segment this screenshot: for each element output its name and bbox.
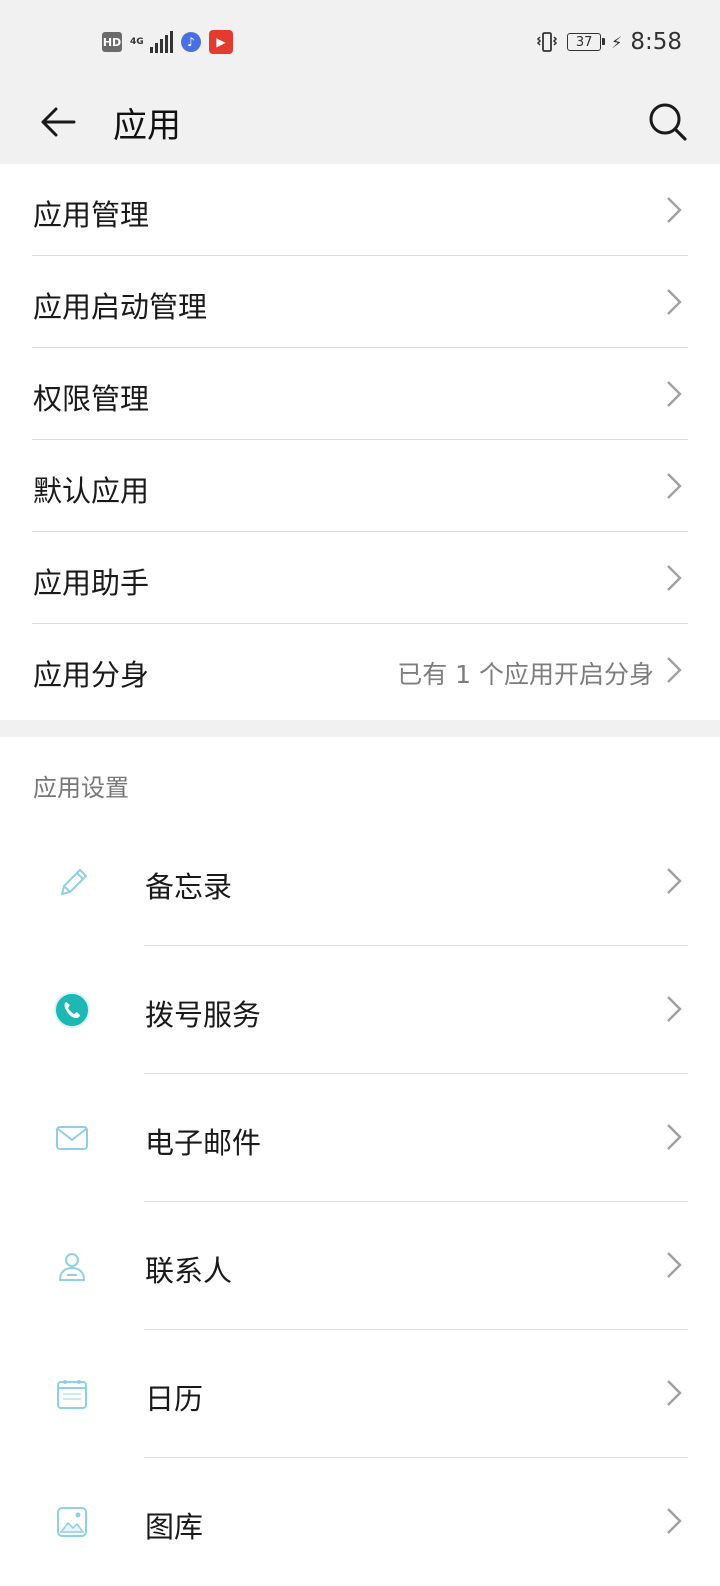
vibrate-icon [537, 32, 558, 52]
menu-item-app-twin[interactable]: 应用分身 已有 1 个应用开启分身 [0, 624, 720, 716]
app-twin-status: 已有 1 个应用开启分身 [397, 660, 654, 689]
menu-item-app-assistant[interactable]: 应用助手 [0, 532, 720, 624]
menu-item-app-launch-management[interactable]: 应用启动管理 [0, 256, 720, 348]
page-title: 应用 [113, 106, 181, 146]
chevron-right-icon [667, 1124, 682, 1150]
battery-icon: 37 [567, 33, 606, 51]
setting-item-contacts[interactable]: 联系人 [0, 1202, 720, 1330]
hd-voice-icon: HD [102, 32, 122, 52]
chevron-right-icon [667, 1508, 682, 1534]
setting-item-label: 日历 [145, 1382, 204, 1416]
setting-item-calendar[interactable]: 日历 [0, 1330, 720, 1458]
status-left-icons: HD 4G ♪ ▶ [102, 28, 233, 56]
email-icon [56, 1126, 88, 1150]
setting-item-label: 备忘录 [145, 870, 233, 904]
notepad-pencil-icon [61, 869, 87, 895]
setting-item-gallery[interactable]: 图库 [0, 1458, 720, 1586]
chevron-right-icon [667, 289, 682, 315]
chevron-right-icon [667, 868, 682, 894]
section-divider [0, 720, 720, 737]
chevron-right-icon [667, 197, 682, 223]
chevron-right-icon [667, 996, 682, 1022]
music-app-icon: ♪ [181, 32, 201, 52]
back-button[interactable] [30, 94, 86, 150]
charging-icon: ⚡ [611, 32, 623, 52]
menu-item-permission-management[interactable]: 权限管理 [0, 348, 720, 440]
chevron-right-icon [667, 565, 682, 591]
gallery-icon [57, 1507, 87, 1537]
signal-strength-icon [150, 31, 173, 53]
menu-item-app-management[interactable]: 应用管理 [0, 164, 720, 256]
contacts-icon [58, 1253, 86, 1281]
arrow-left-icon [41, 107, 76, 137]
menu-item-default-apps[interactable]: 默认应用 [0, 440, 720, 532]
setting-item-dialer[interactable]: 拨号服务 [0, 946, 720, 1074]
network-type-label: 4G [130, 36, 144, 47]
chevron-right-icon [667, 1380, 682, 1406]
calendar-icon [57, 1380, 87, 1409]
setting-item-label: 电子邮件 [145, 1126, 262, 1160]
setting-item-label: 联系人 [145, 1254, 233, 1288]
setting-item-email[interactable]: 电子邮件 [0, 1074, 720, 1202]
search-icon [649, 103, 687, 141]
battery-level: 37 [575, 34, 593, 50]
clock: 8:58 [630, 29, 682, 55]
section-header-app-settings: 应用设置 [33, 774, 129, 802]
app-settings-list: 备忘录 拨号服务 电子邮件 联系人 日历 图库 [0, 818, 720, 1586]
app-menu-list: 应用管理 应用启动管理 权限管理 默认应用 应用助手 应用分身 已有 1 个应用… [0, 164, 720, 716]
status-right-icons: 37 ⚡ 8:58 [535, 26, 682, 58]
phone-icon [54, 992, 90, 1028]
menu-item-label: 应用分身 [33, 658, 150, 692]
menu-item-label: 默认应用 [33, 474, 150, 508]
status-bar: HD 4G ♪ ▶ 37 ⚡ 8:58 [0, 0, 720, 84]
chevron-right-icon [667, 381, 682, 407]
menu-item-label: 应用助手 [33, 566, 150, 600]
search-button[interactable] [640, 94, 696, 150]
chevron-right-icon [667, 473, 682, 499]
setting-item-label: 拨号服务 [145, 998, 262, 1032]
chevron-right-icon [667, 657, 682, 683]
video-app-icon: ▶ [209, 30, 233, 54]
chevron-right-icon [667, 1252, 682, 1278]
setting-item-label: 图库 [145, 1510, 204, 1544]
app-bar: 应用 [0, 84, 720, 164]
setting-item-notepad[interactable]: 备忘录 [0, 818, 720, 946]
menu-item-label: 权限管理 [33, 382, 150, 416]
menu-item-label: 应用启动管理 [33, 290, 208, 324]
menu-item-label: 应用管理 [33, 198, 150, 232]
